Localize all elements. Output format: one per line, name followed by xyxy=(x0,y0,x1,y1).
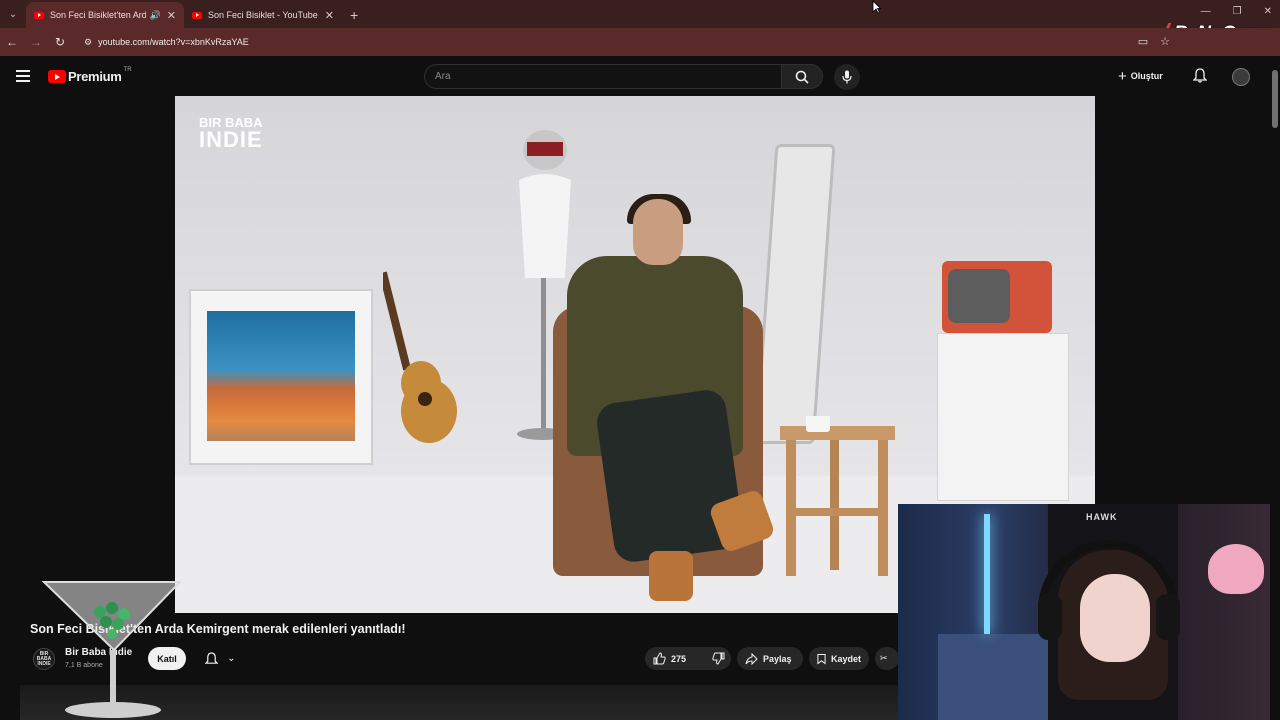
chair-brand-text: HAWK xyxy=(1086,512,1118,522)
bell-icon xyxy=(204,651,218,664)
tab-inactive[interactable]: Son Feci Bisiklet - YouTube ✕ xyxy=(184,2,342,28)
like-button[interactable]: 275 xyxy=(645,647,694,670)
headphone-ear xyxy=(1156,594,1180,640)
dislike-button[interactable] xyxy=(704,647,733,670)
youtube-favicon-icon xyxy=(34,11,44,19)
menu-icon[interactable] xyxy=(16,70,30,82)
address-bar-actions: ▭ ☆ xyxy=(1138,35,1170,48)
tab-title: Son Feci Bisiklet'ten Arda K xyxy=(50,10,146,20)
neon-light xyxy=(984,514,990,634)
guitar-illustration xyxy=(383,271,457,443)
person-boot xyxy=(649,551,693,601)
tab-search-chevron-icon[interactable]: ⌄ xyxy=(0,0,26,28)
person-head xyxy=(633,199,683,265)
create-button[interactable]: + Oluştur xyxy=(1118,67,1163,85)
tab-title: Son Feci Bisiklet - YouTube xyxy=(208,10,318,20)
martini-glass-overlay xyxy=(42,581,182,718)
search-icon xyxy=(795,70,809,84)
share-label: Paylaş xyxy=(763,653,792,664)
wooden-stool xyxy=(780,416,895,576)
account-avatar[interactable] xyxy=(1232,68,1250,86)
url-text: youtube.com/watch?v=xbnKvRzaYAE xyxy=(98,37,249,47)
close-window-icon[interactable]: ✕ xyxy=(1264,6,1272,17)
bookmark-icon xyxy=(817,653,826,664)
side-table xyxy=(937,333,1069,501)
scrollbar-thumb[interactable] xyxy=(1272,70,1278,128)
close-tab-icon[interactable]: ✕ xyxy=(167,9,176,22)
back-icon[interactable]: ← xyxy=(0,35,24,49)
subscription-bell-button[interactable]: ⌄ xyxy=(195,647,245,670)
plus-icon: + xyxy=(1118,67,1127,85)
channel-watermark: BIR BABA INDIE xyxy=(199,116,263,151)
tab-active[interactable]: Son Feci Bisiklet'ten Arda K 🔊 ✕ xyxy=(26,2,184,28)
streamer-webcam: HAWK xyxy=(898,504,1280,720)
heart-pillow xyxy=(1208,544,1264,594)
new-tab-button[interactable]: + xyxy=(350,2,358,28)
youtube-masthead: Premium TR Ara + Oluştur xyxy=(0,56,1270,96)
minimize-icon[interactable]: — xyxy=(1201,6,1211,17)
thumbs-down-icon xyxy=(712,652,725,665)
region-code: TR xyxy=(123,66,132,73)
microphone-icon xyxy=(842,70,852,84)
url-field[interactable]: ⚙ youtube.com/watch?v=xbnKvRzaYAE xyxy=(76,32,1156,52)
retro-tv xyxy=(942,261,1052,333)
address-bar: ← → ↻ ⚙ youtube.com/watch?v=xbnKvRzaYAE … xyxy=(0,28,1280,56)
youtube-play-icon xyxy=(48,70,66,83)
youtube-logo[interactable]: Premium TR xyxy=(48,66,132,84)
forward-icon[interactable]: → xyxy=(24,35,48,49)
bookmark-star-icon[interactable]: ☆ xyxy=(1160,35,1170,48)
webcam-bed xyxy=(938,634,1048,720)
like-count: 275 xyxy=(671,653,687,664)
close-tab-icon[interactable]: ✕ xyxy=(325,9,334,22)
search-button[interactable] xyxy=(781,64,823,89)
reload-icon[interactable]: ↻ xyxy=(48,35,72,49)
framed-album-art xyxy=(189,289,373,465)
scissors-icon: ✂ xyxy=(880,653,888,663)
notifications-button[interactable] xyxy=(1192,68,1208,88)
bell-icon xyxy=(1192,68,1208,83)
restore-icon[interactable]: ❐ xyxy=(1233,6,1242,17)
create-label: Oluştur xyxy=(1130,71,1163,81)
page-scrollbar[interactable] xyxy=(1270,56,1280,720)
save-label: Kaydet xyxy=(830,653,861,664)
youtube-favicon-icon xyxy=(192,11,202,19)
share-button[interactable]: Paylaş xyxy=(737,647,803,670)
window-controls: — ❐ ✕ xyxy=(1201,6,1272,17)
voice-search-button[interactable] xyxy=(834,64,860,90)
thumbs-up-icon xyxy=(653,652,666,665)
watermark-line2: INDIE xyxy=(199,127,263,152)
cast-icon[interactable]: ▭ xyxy=(1138,35,1148,48)
clip-button[interactable]: ✂ xyxy=(875,647,899,670)
browser-tab-bar: ⌄ Son Feci Bisiklet'ten Arda K 🔊 ✕ Son F… xyxy=(0,0,1280,28)
logo-wordmark: Premium xyxy=(68,69,122,84)
chevron-down-icon: ⌄ xyxy=(227,653,236,664)
headphone-ear xyxy=(1038,594,1062,640)
search-input[interactable]: Ara xyxy=(424,64,782,89)
save-button[interactable]: Kaydet xyxy=(809,647,869,670)
share-icon xyxy=(745,652,758,665)
site-info-icon[interactable]: ⚙ xyxy=(84,37,92,48)
speaker-icon[interactable]: 🔊 xyxy=(150,10,161,21)
like-dislike-group: 275 xyxy=(645,647,731,670)
